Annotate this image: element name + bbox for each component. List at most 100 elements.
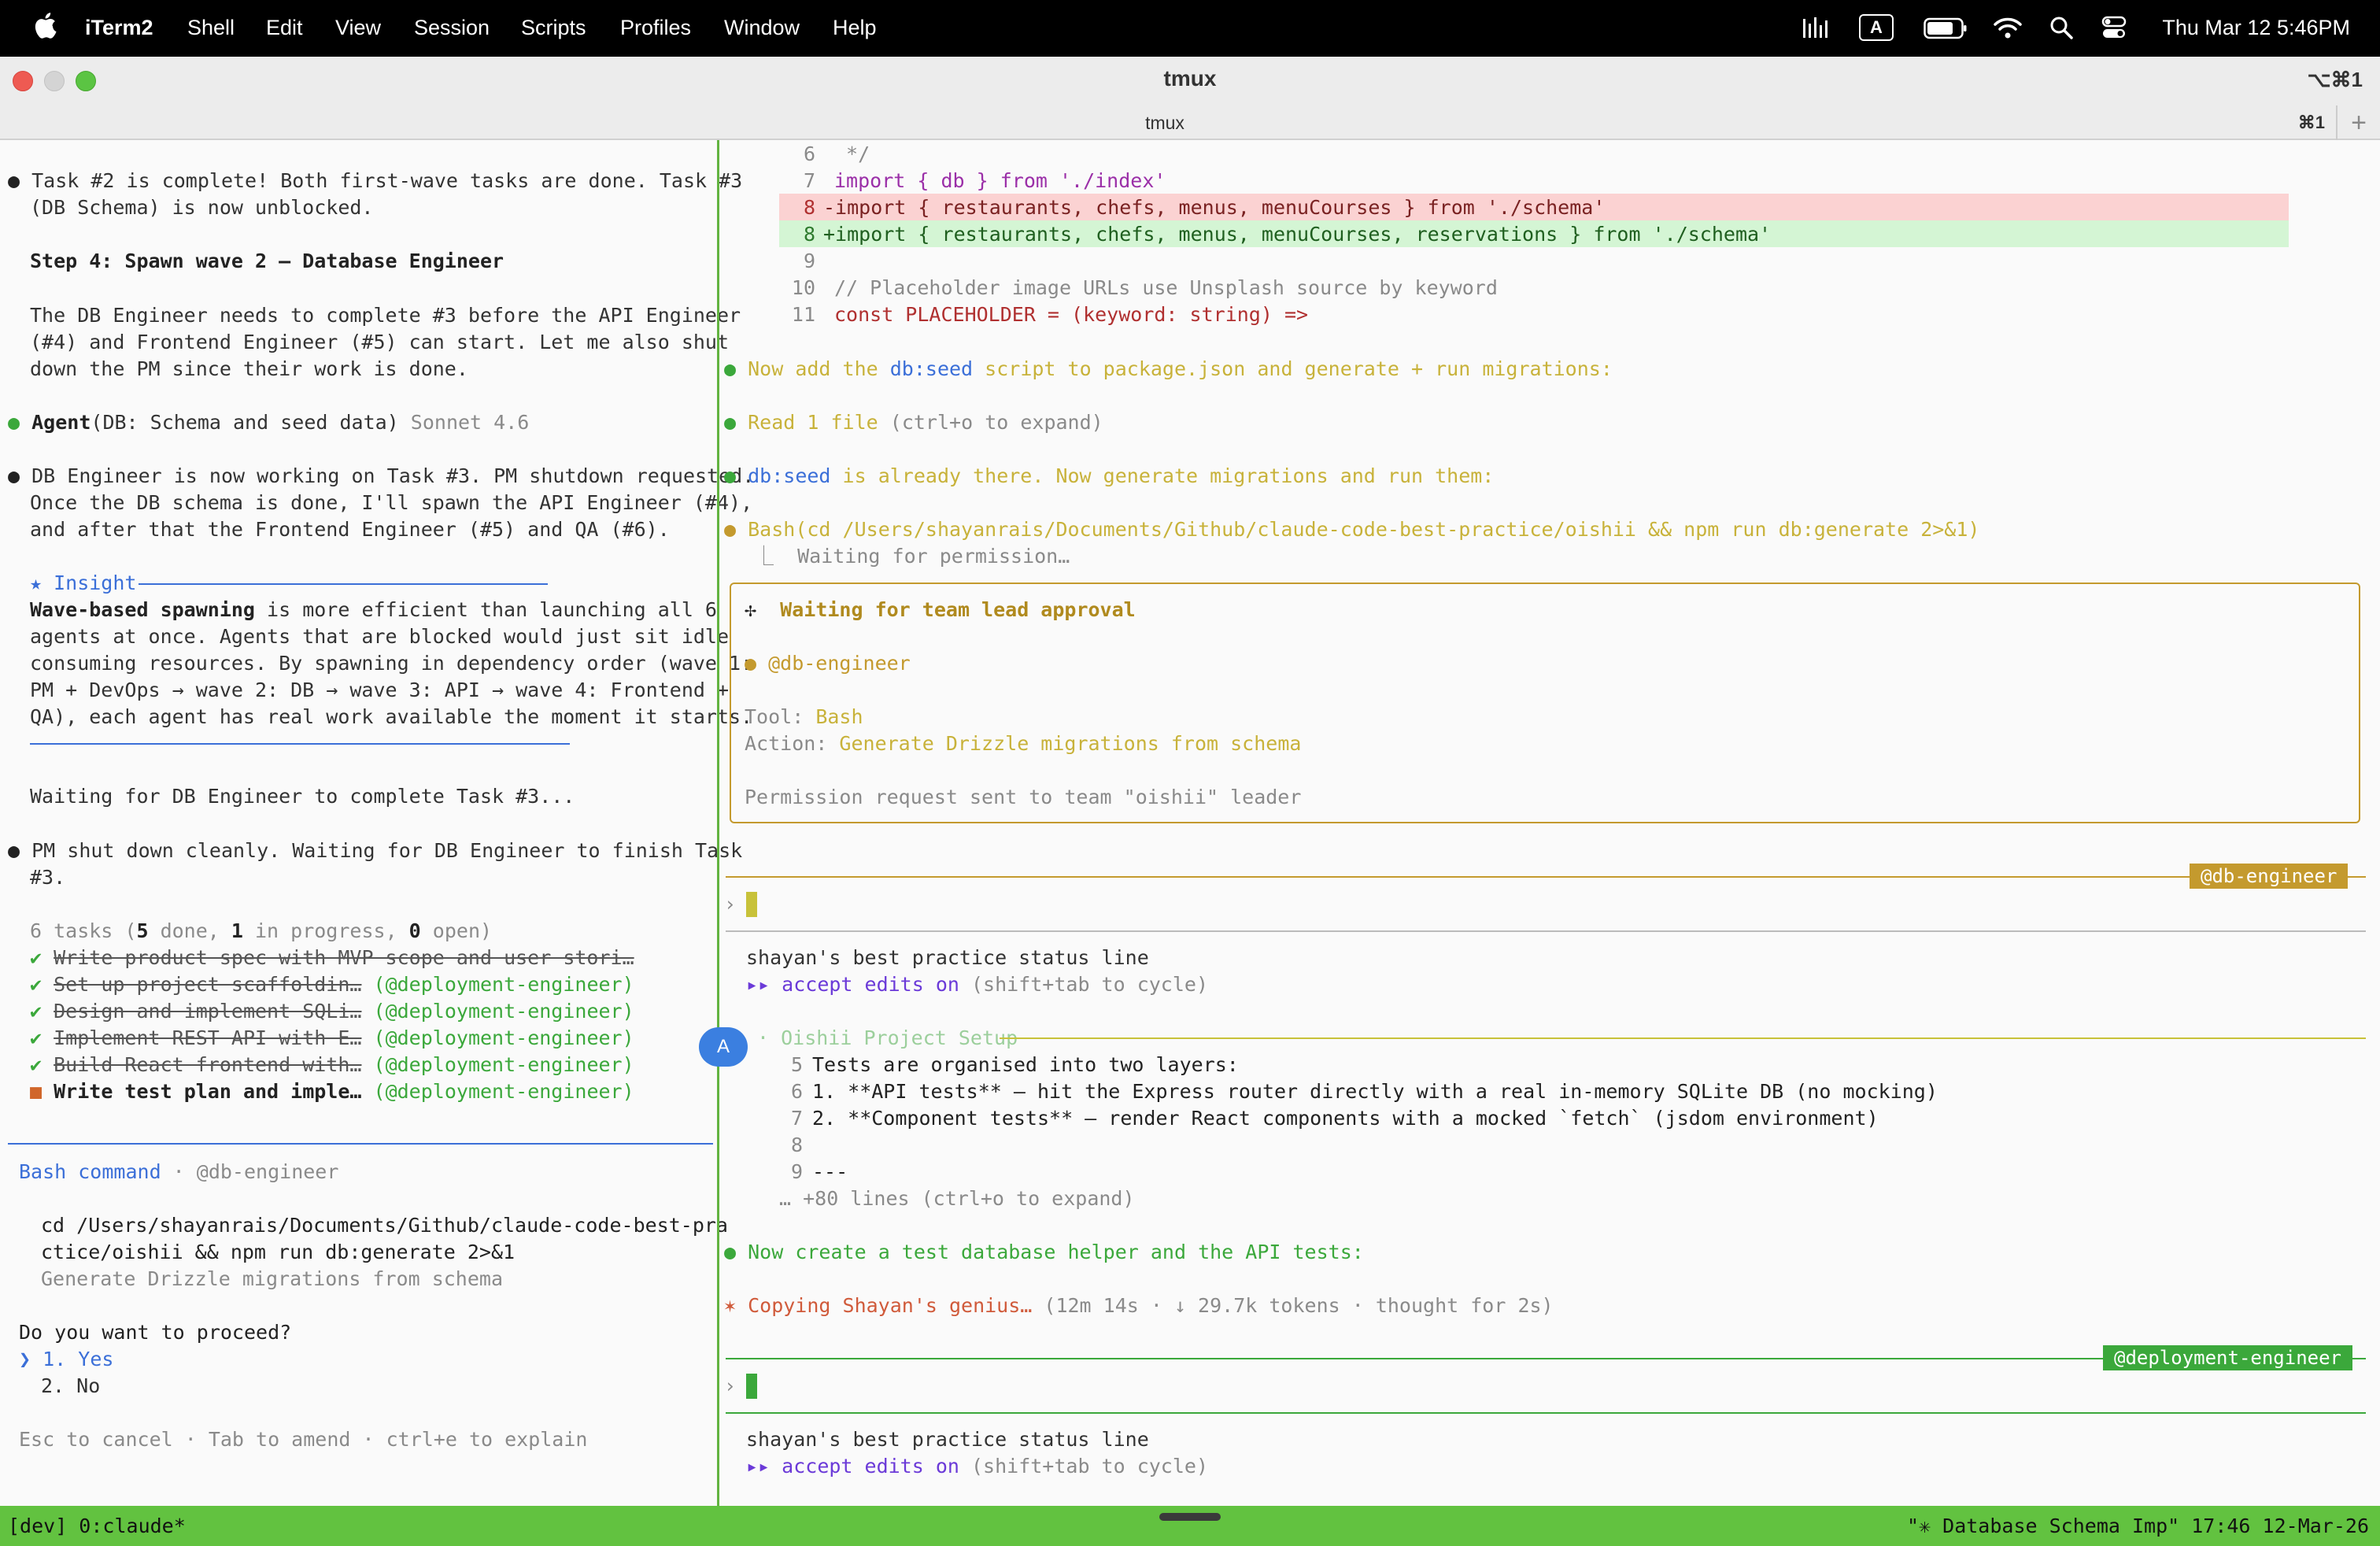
pane-divider[interactable] [717, 140, 719, 1506]
bash-permission-header: Bash command · @db-engineer [19, 1160, 339, 1183]
message-line: (DB Schema) is now unblocked. [30, 196, 374, 219]
project-divider [1000, 1037, 2366, 1039]
new-tab-button[interactable]: + [2336, 105, 2380, 140]
insight-divider [139, 583, 548, 585]
status-line: shayan's best practice status line [746, 1428, 1149, 1451]
agent-divider [726, 876, 2366, 878]
spinner-line: ✶ Copying Shayan's genius… (12m 14s · ↓ … [724, 1294, 1554, 1317]
battery-icon[interactable] [1924, 17, 1968, 39]
message-line: #3. [30, 866, 66, 889]
menu-window[interactable]: Window [724, 16, 800, 40]
task-item: ✔ Implement REST API with E… (@deploymen… [30, 1026, 634, 1049]
approval-action: Action: Generate Drizzle migrations from… [745, 732, 1302, 755]
line-number: 7 [803, 169, 815, 192]
line-number: 10 [791, 276, 815, 299]
panel-divider [8, 1143, 713, 1145]
insight-line: Wave-based spawning is more efficient th… [30, 598, 717, 621]
project-title: · Oishii Project Setup [757, 1026, 1018, 1049]
prompt-symbol: › [724, 1374, 737, 1397]
code-line: */ [834, 142, 870, 165]
message-line: Waiting for DB Engineer to complete Task… [30, 785, 575, 808]
line-number: 5 [790, 1053, 803, 1076]
message-line: ● Now add the db:seed script to package.… [724, 357, 1613, 380]
menu-bar: iTerm2 Shell Edit View Session Scripts P… [0, 0, 2380, 57]
status-line: shayan's best practice status line [746, 946, 1149, 969]
read-line: ● Read 1 file (ctrl+o to expand) [724, 411, 1103, 434]
tmux-window-list[interactable]: [dev] 0:claude* [8, 1506, 186, 1546]
message-line: ● PM shut down cleanly. Waiting for DB E… [8, 839, 743, 862]
line-number: 6 [803, 142, 815, 165]
line-number: 8 [803, 196, 815, 219]
menu-session[interactable]: Session [414, 16, 490, 40]
message-line: ● DB Engineer is now working on Task #3.… [8, 464, 755, 487]
window-shortcut: ⌥⌘1 [2307, 68, 2363, 91]
line-number: 7 [790, 1107, 803, 1130]
tab-shortcut: ⌘1 [2297, 113, 2325, 132]
approval-agent: ● @db-engineer [745, 652, 911, 675]
input-cursor[interactable] [746, 892, 757, 917]
window-resize-handle[interactable] [1159, 1513, 1221, 1521]
bash-command: cd /Users/shayanrais/Documents/Github/cl… [41, 1214, 728, 1237]
input-divider [726, 930, 2366, 932]
insight-line: consuming resources. By spawning in depe… [30, 652, 753, 675]
tab-tmux[interactable]: tmux [0, 105, 2330, 140]
tmux-status-bar: [dev] 0:claude* "✳ Database Schema Imp" … [0, 1506, 2380, 1546]
line-number: 11 [791, 303, 815, 326]
task-item: ✔ Build React frontend with… (@deploymen… [30, 1053, 634, 1076]
code-line: const PLACEHOLDER = (keyword: string) => [834, 303, 1309, 326]
insight-divider [30, 743, 570, 745]
agent-line: ● Agent(DB: Schema and seed data) Sonnet… [8, 411, 530, 434]
menu-scripts[interactable]: Scripts [521, 16, 586, 40]
agent-tag-db-engineer: @db-engineer [2190, 864, 2349, 889]
option-yes[interactable]: ❯ 1. Yes [19, 1346, 113, 1373]
file-line: 1. **API tests** – hit the Express route… [812, 1080, 1938, 1103]
audio-bars-icon[interactable] [1802, 16, 1829, 39]
accept-edits-status: ▸▸ accept edits on (shift+tab to cycle) [746, 973, 1209, 996]
avatar[interactable]: A [699, 1027, 748, 1067]
window-titlebar: tmux ⌥⌘1 tmux ⌘1 + [0, 57, 2380, 140]
menu-shell[interactable]: Shell [187, 16, 235, 40]
approval-title: ✢ Waiting for team lead approval [745, 598, 1136, 621]
proceed-question: Do you want to proceed? [19, 1321, 292, 1344]
menu-help[interactable]: Help [833, 16, 877, 40]
menu-iterm2[interactable]: iTerm2 [85, 16, 153, 40]
more-lines[interactable]: … +80 lines (ctrl+o to expand) [779, 1185, 1135, 1212]
line-number: 8 [803, 223, 815, 246]
input-cursor[interactable] [746, 1374, 757, 1399]
control-center-icon[interactable] [2101, 16, 2127, 39]
agent-tag-deployment-engineer: @deployment-engineer [2103, 1345, 2352, 1370]
insight-line: QA), each agent has real work available … [30, 705, 753, 728]
menu-view[interactable]: View [335, 16, 381, 40]
bash-line: ● Bash(cd /Users/shayanrais/Documents/Gi… [724, 518, 1980, 541]
message-line: Once the DB schema is done, I'll spawn t… [30, 491, 753, 514]
step-heading: Step 4: Spawn wave 2 – Database Engineer [30, 250, 504, 272]
menu-profiles[interactable]: Profiles [620, 16, 691, 40]
task-item: ✔ Set up project scaffoldin… (@deploymen… [30, 973, 634, 996]
code-comment: // Placeholder image URLs use Unsplash s… [834, 276, 1498, 299]
window-title: tmux [1163, 66, 1217, 91]
task-item: ■ Write test plan and imple… (@deploymen… [30, 1080, 634, 1103]
menu-edit[interactable]: Edit [266, 16, 303, 40]
option-no[interactable]: 2. No [41, 1373, 100, 1400]
message-line: down the PM since their work is done. [30, 357, 468, 380]
keyboard-input-icon[interactable]: A [1859, 14, 1894, 41]
wifi-icon[interactable] [1993, 16, 2023, 39]
message-line: and after that the Frontend Engineer (#5… [30, 518, 670, 541]
insight-label: ★ Insight [30, 571, 137, 594]
approval-permission: Permission request sent to team "oishii"… [745, 786, 1302, 808]
tasks-summary: 6 tasks (5 done, 1 in progress, 0 open) [30, 919, 493, 942]
file-line: --- [812, 1160, 848, 1183]
task-item: ✔ Design and implement SQLi… (@deploymen… [30, 1000, 634, 1023]
diff-removed-line: -import { restaurants, chefs, menus, men… [823, 196, 1606, 219]
apple-icon[interactable] [33, 11, 57, 39]
message-line: ● Now create a test database helper and … [724, 1241, 1364, 1263]
bash-waiting: ⎿ Waiting for permission… [754, 545, 1070, 568]
spotlight-search-icon[interactable] [2049, 16, 2073, 39]
insight-line: agents at once. Agents that are blocked … [30, 625, 730, 648]
menubar-clock[interactable]: Thu Mar 12 5:46PM [2162, 16, 2350, 40]
message-line: The DB Engineer needs to complete #3 bef… [30, 304, 741, 327]
file-line: Tests are organised into two layers: [812, 1053, 1239, 1076]
line-number: 6 [790, 1080, 803, 1103]
approval-tool: Tool: Bash [745, 705, 863, 728]
insight-line: PM + DevOps → wave 2: DB → wave 3: API →… [30, 679, 730, 701]
